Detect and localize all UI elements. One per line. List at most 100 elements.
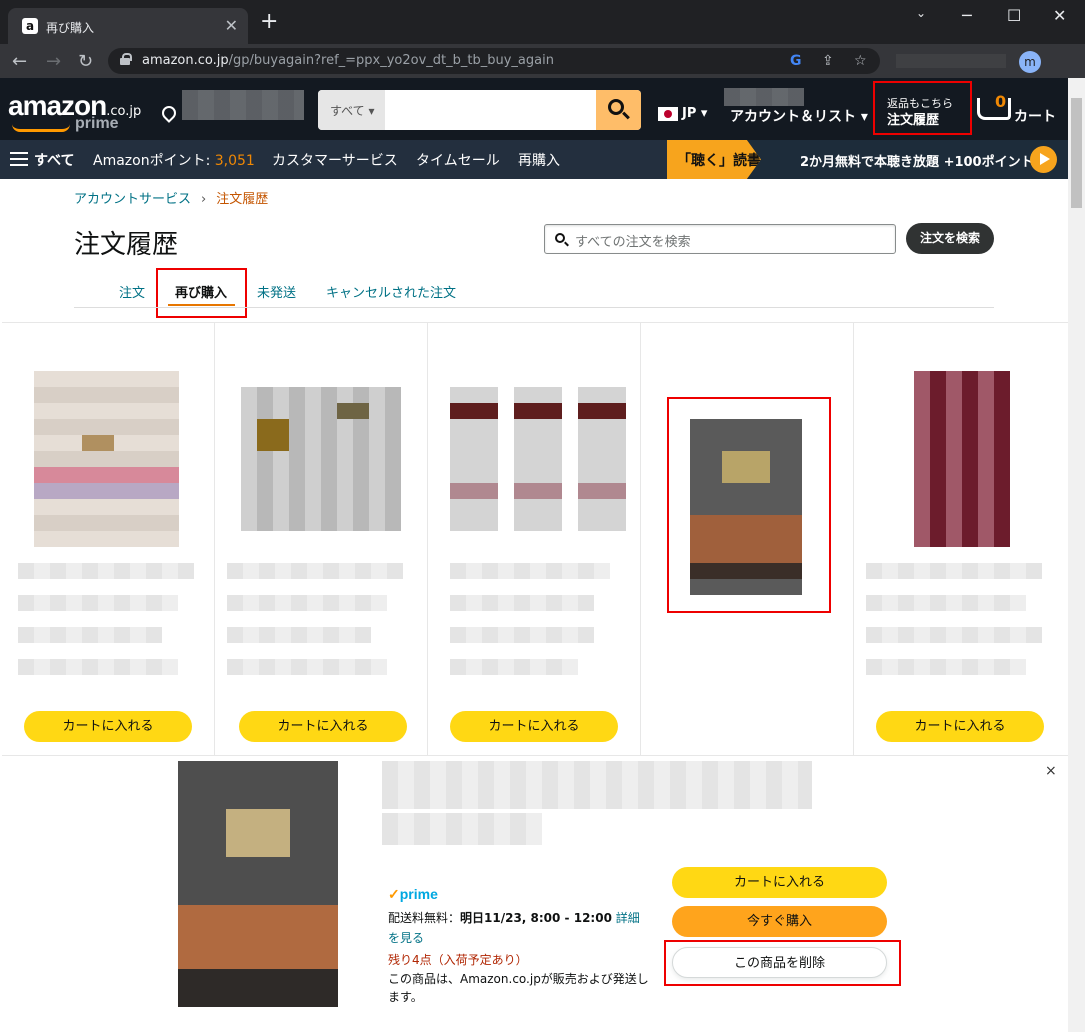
logo-prime: prime: [75, 115, 119, 132]
amazon-logo[interactable]: amazon.co.jp prime: [8, 90, 141, 132]
add-to-cart-button[interactable]: カートに入れる: [876, 711, 1044, 742]
order-search-input[interactable]: すべての注文を検索: [544, 224, 896, 254]
detail-product-image[interactable]: [178, 761, 338, 1007]
browser-tab[interactable]: a 再び購入 ✕: [8, 8, 248, 44]
product-title-blurred: [18, 595, 178, 611]
detail-title-blurred[interactable]: [382, 761, 812, 809]
url-field[interactable]: amazon.co.jp/gp/buyagain?ref_=ppx_yo2ov_…: [108, 48, 880, 74]
breadcrumb-account-service[interactable]: アカウントサービス: [74, 192, 191, 207]
profile-avatar[interactable]: m: [1019, 51, 1041, 73]
detail-add-to-cart-button[interactable]: カートに入れる: [672, 867, 887, 898]
forward-icon[interactable]: →: [46, 51, 61, 72]
search-category-dropdown[interactable]: すべて ▾: [318, 90, 385, 130]
product-rating-blurred: [866, 627, 1042, 643]
window-close-button[interactable]: ✕: [1053, 6, 1066, 25]
play-icon: [1030, 146, 1057, 173]
order-search-placeholder: すべての注文を検索: [575, 235, 691, 250]
account-lists-menu[interactable]: アカウント＆リスト ▾: [730, 106, 868, 126]
add-to-cart-button[interactable]: カートに入れる: [450, 711, 618, 742]
seller-info: この商品は、Amazon.co.jpが販売および発送します。: [388, 972, 649, 1004]
shipping-date: 明日11/23, 8:00 - 12:00: [460, 911, 612, 925]
product-title-blurred[interactable]: [227, 563, 403, 579]
orders-line2: 注文履歴: [887, 113, 940, 128]
new-tab-button[interactable]: +: [260, 11, 278, 33]
product-image[interactable]: [450, 387, 626, 531]
bookmark-star-icon[interactable]: ☆: [854, 53, 867, 69]
tab-buy-again[interactable]: 再び購入: [156, 268, 247, 318]
search-button[interactable]: [596, 90, 641, 130]
search-input[interactable]: [385, 90, 596, 130]
product-card: カートに入れる: [854, 323, 1067, 755]
nav-customer-service[interactable]: カスタマーサービス: [272, 150, 398, 170]
search-icon: [555, 233, 565, 243]
account-label: アカウント＆リスト: [730, 109, 856, 125]
product-card: カートに入れる: [215, 323, 428, 755]
smile-icon: [12, 124, 70, 132]
back-icon[interactable]: ←: [12, 51, 27, 72]
nav-all[interactable]: すべて: [34, 150, 74, 170]
product-title-blurred: [866, 595, 1026, 611]
product-title-blurred[interactable]: [866, 563, 1042, 579]
tab-divider: [74, 307, 994, 308]
nav-timesale[interactable]: タイムセール: [416, 150, 500, 170]
detail-rating-blurred: [382, 813, 542, 845]
points-value: 3,051: [214, 153, 255, 169]
add-to-cart-button[interactable]: カートに入れる: [239, 711, 407, 742]
reload-icon[interactable]: ↻: [78, 51, 93, 72]
audible-promo-banner[interactable]: 「聴く」読書 2か月無料で本聴き放題 +100ポイント: [667, 140, 1068, 179]
share-icon[interactable]: ⇪: [822, 53, 834, 69]
points-label: Amazonポイント:: [93, 153, 215, 169]
hamburger-menu-icon[interactable]: [10, 152, 28, 166]
breadcrumb-orders[interactable]: 注文履歴: [216, 192, 268, 207]
cart-label[interactable]: カート: [1014, 106, 1056, 126]
browser-tab-bar: a 再び購入 ✕ + ⌄ ─ ☐ ✕: [0, 0, 1085, 44]
product-title-blurred: [227, 595, 387, 611]
tab-orders[interactable]: 注文: [119, 282, 145, 301]
product-image[interactable]: [34, 371, 179, 547]
order-search-button[interactable]: 注文を検索: [906, 223, 994, 254]
page-scrollbar[interactable]: [1068, 78, 1085, 1032]
product-title-blurred[interactable]: [18, 563, 194, 579]
maximize-button[interactable]: ☐: [1007, 6, 1021, 25]
tab-cancelled[interactable]: キャンセルされた注文: [326, 282, 456, 301]
url-host: amazon.co.jp: [142, 53, 229, 68]
delivery-address-blurred[interactable]: [182, 90, 304, 120]
shipping-label: 配送料無料：: [388, 911, 461, 925]
buy-again-grid: カートに入れる カートに入れる カートに入れる カートに入れる: [2, 322, 1068, 756]
active-tab-underline: [168, 304, 235, 306]
scrollbar-thumb[interactable]: [1071, 98, 1082, 208]
product-price-blurred: [450, 659, 578, 675]
google-icon[interactable]: G: [790, 53, 802, 69]
tab-not-shipped[interactable]: 未発送: [257, 282, 296, 301]
search-category-label: すべて: [330, 104, 365, 118]
product-price-blurred: [18, 659, 178, 675]
product-rating-blurred: [227, 627, 371, 643]
tab-title: 再び購入: [46, 21, 95, 35]
product-card: カートに入れる: [2, 323, 215, 755]
product-price-blurred: [866, 659, 1026, 675]
nav-buy-again[interactable]: 再購入: [518, 150, 560, 170]
language-selector[interactable]: JP ▾: [682, 106, 707, 121]
orders-link[interactable]: 返品もこちら 注文履歴: [873, 81, 972, 135]
page-title: 注文履歴: [74, 230, 179, 260]
address-bar-row: ← → ↻ amazon.co.jp/gp/buyagain?ref_=ppx_…: [0, 44, 1085, 78]
tab-search-icon[interactable]: ⌄: [916, 6, 926, 20]
amazon-favicon-icon: a: [22, 18, 38, 34]
tab-close-icon[interactable]: ✕: [225, 16, 238, 35]
tab-buy-again-label: 再び購入: [175, 286, 228, 301]
minimize-button[interactable]: ─: [962, 6, 972, 25]
remove-button-highlight: [664, 940, 901, 986]
url-path: /gp/buyagain?ref_=ppx_yo2ov_dt_b_tb_buy_…: [228, 53, 554, 68]
extensions-area[interactable]: [896, 54, 1006, 68]
add-to-cart-button[interactable]: カートに入れる: [24, 711, 192, 742]
product-image[interactable]: [241, 387, 401, 531]
product-title-blurred[interactable]: [450, 563, 610, 579]
nav-points[interactable]: Amazonポイント: 3,051: [93, 150, 255, 170]
account-name-blurred: [724, 88, 804, 106]
close-detail-icon[interactable]: ×: [1045, 763, 1057, 779]
buy-now-button[interactable]: 今すぐ購入: [672, 906, 887, 937]
cart-icon[interactable]: [977, 98, 1011, 120]
product-image[interactable]: [914, 371, 1010, 547]
japan-flag-icon[interactable]: [658, 107, 678, 121]
promo-tag: 「聴く」読書: [667, 140, 761, 179]
